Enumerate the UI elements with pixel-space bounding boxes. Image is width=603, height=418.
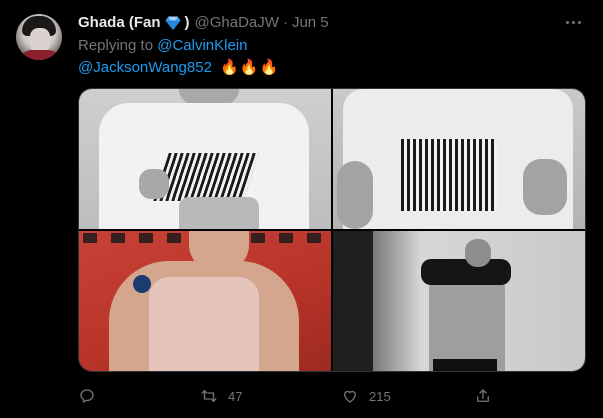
photo-2[interactable] [333,89,585,229]
retweet-icon [201,390,217,402]
photo-4[interactable] [333,231,585,371]
share-icon [477,389,489,402]
photo-2-arm-left [337,161,373,229]
tweet-header: Ghada (Fan ) @GhaDaJW · Jun 5 [78,13,329,33]
photo-1-torso [179,197,259,229]
tweet-date[interactable]: Jun 5 [292,13,329,33]
photo-4-waistband [433,359,497,371]
photo-2-stripes [401,139,497,211]
photo-4-shirt [421,259,511,285]
more-options-icon[interactable] [563,12,583,32]
reply-icon [80,389,94,403]
author-handle[interactable]: @GhaDaJW [195,13,279,33]
blue-diamond-icon [164,14,182,32]
media-grid [78,88,586,372]
replying-to-link[interactable]: @CalvinKlein [157,37,247,54]
retweet-count: 47 [228,388,243,404]
retweet-button[interactable]: 47 [200,384,242,408]
fire-emojis: 🔥🔥🔥 [220,58,280,76]
like-count: 215 [369,388,391,404]
mention-link[interactable]: @JacksonWang852 [78,59,212,76]
replying-to-line: Replying to @CalvinKlein [78,36,247,56]
photo-3[interactable] [79,231,331,371]
reply-button[interactable] [78,384,106,408]
photo-1[interactable] [79,89,331,229]
separator-dot: · [282,14,288,31]
photo-2-arm-right [523,159,567,215]
photo-3-tattoo [133,275,151,293]
photo-1-hand [139,169,169,199]
avatar-shoulder [18,50,62,60]
author-name[interactable]: Ghada (Fan [78,13,161,33]
avatar[interactable] [16,14,62,60]
heart-icon [344,390,356,403]
like-button[interactable]: 215 [341,384,391,408]
tweet[interactable]: Ghada (Fan ) @GhaDaJW · Jun 5 Replying t… [0,0,603,418]
photo-1-stripes [153,153,259,201]
photo-3-tank-top [149,277,259,371]
photo-4-shadow [333,231,373,371]
replying-prefix: Replying to [78,37,154,54]
share-button[interactable] [474,384,502,408]
tweet-text: @JacksonWang852 🔥🔥🔥 [78,57,279,78]
tweet-actions: 47 215 [78,384,586,408]
photo-4-head [465,239,491,267]
author-name-suffix: ) [184,14,190,31]
